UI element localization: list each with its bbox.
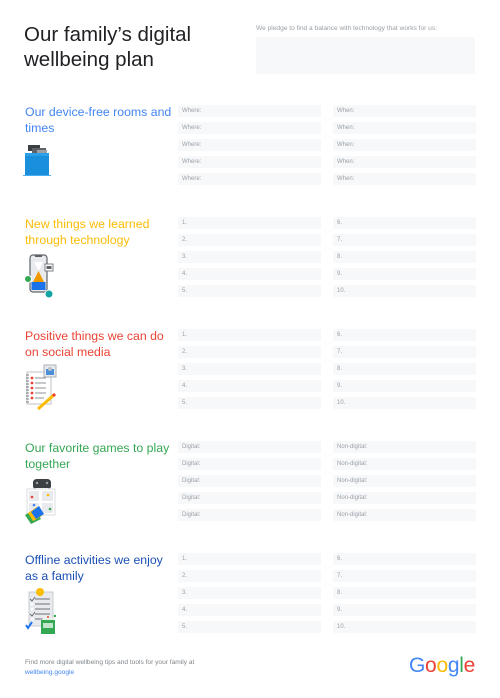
- digital-game-field[interactable]: Digital:: [178, 475, 321, 487]
- social-field[interactable]: 4.: [178, 380, 321, 392]
- logo-letter: o: [425, 654, 437, 677]
- smartphone-hourglass-icon: [22, 254, 56, 305]
- offline-field[interactable]: 5.: [178, 621, 321, 633]
- non-digital-game-field[interactable]: Non-digital:: [333, 458, 476, 470]
- non-digital-game-field[interactable]: Non-digital:: [333, 441, 476, 453]
- learned-field[interactable]: 1.: [178, 217, 321, 229]
- logo-letter: e: [463, 654, 476, 677]
- social-fields-1-5: 1. 2. 3. 4. 5.: [178, 329, 321, 414]
- game-controller-board-icon: [22, 477, 62, 530]
- social-field[interactable]: 3.: [178, 363, 321, 375]
- checklist-icon: [22, 587, 62, 642]
- when-field[interactable]: When:: [333, 156, 476, 168]
- social-field[interactable]: 5.: [178, 397, 321, 409]
- pledge-input[interactable]: [256, 37, 475, 74]
- social-field[interactable]: 6.: [333, 329, 476, 341]
- where-field[interactable]: Where:: [178, 173, 321, 185]
- footer-text: Find more digital wellbeing tips and too…: [25, 658, 225, 678]
- learned-field[interactable]: 5.: [178, 285, 321, 297]
- page-title: Our family’s digital wellbeing plan: [24, 23, 192, 71]
- where-field[interactable]: Where:: [178, 139, 321, 151]
- offline-field[interactable]: 7.: [333, 570, 476, 582]
- google-logo: Google: [409, 654, 475, 678]
- social-field[interactable]: 8.: [333, 363, 476, 375]
- social-field[interactable]: 2.: [178, 346, 321, 358]
- when-field[interactable]: When:: [333, 122, 476, 134]
- digital-game-field[interactable]: Digital:: [178, 509, 321, 521]
- logo-letter: g: [447, 654, 460, 677]
- digital-game-field[interactable]: Digital:: [178, 492, 321, 504]
- social-fields-6-10: 6. 7. 8. 9. 10.: [333, 329, 476, 414]
- offline-field[interactable]: 4.: [178, 604, 321, 616]
- offline-field[interactable]: 9.: [333, 604, 476, 616]
- footer-message: Find more digital wellbeing tips and too…: [25, 659, 195, 666]
- learned-field[interactable]: 6.: [333, 217, 476, 229]
- learned-field[interactable]: 3.: [178, 251, 321, 263]
- social-field[interactable]: 7.: [333, 346, 476, 358]
- non-digital-game-field[interactable]: Non-digital:: [333, 509, 476, 521]
- social-field[interactable]: 9.: [333, 380, 476, 392]
- offline-field[interactable]: 8.: [333, 587, 476, 599]
- when-field[interactable]: When:: [333, 173, 476, 185]
- offline-fields-6-10: 6. 7. 8. 9. 10.: [333, 553, 476, 638]
- section-title: Our device-free rooms and times: [25, 105, 172, 135]
- when-fields: When: When: When: When: When:: [333, 105, 476, 190]
- notepad-hearts-icon: [22, 362, 62, 417]
- non-digital-game-field[interactable]: Non-digital:: [333, 475, 476, 487]
- digital-game-field[interactable]: Digital:: [178, 441, 321, 453]
- offline-fields-1-5: 1. 2. 3. 4. 5.: [178, 553, 321, 638]
- section-title: Offline activities we enjoy as a family: [25, 553, 163, 583]
- learned-field[interactable]: 2.: [178, 234, 321, 246]
- learned-field[interactable]: 10.: [333, 285, 476, 297]
- offline-field[interactable]: 6.: [333, 553, 476, 565]
- learned-field[interactable]: 9.: [333, 268, 476, 280]
- offline-field[interactable]: 1.: [178, 553, 321, 565]
- learned-field[interactable]: 7.: [333, 234, 476, 246]
- learned-field[interactable]: 4.: [178, 268, 321, 280]
- social-field[interactable]: 1.: [178, 329, 321, 341]
- logo-letter: G: [409, 654, 426, 677]
- where-field[interactable]: Where:: [178, 156, 321, 168]
- non-digital-game-fields: Non-digital: Non-digital: Non-digital: N…: [333, 441, 476, 526]
- offline-field[interactable]: 10.: [333, 621, 476, 633]
- where-fields: Where: Where: Where: Where: Where:: [178, 105, 321, 190]
- offline-field[interactable]: 2.: [178, 570, 321, 582]
- wellbeing-link[interactable]: wellbeing.google: [25, 669, 74, 676]
- offline-field[interactable]: 3.: [178, 587, 321, 599]
- learned-field[interactable]: 8.: [333, 251, 476, 263]
- learned-fields-1-5: 1. 2. 3. 4. 5.: [178, 217, 321, 302]
- learned-fields-6-10: 6. 7. 8. 9. 10.: [333, 217, 476, 302]
- section-title: New things we learned through technology: [25, 217, 150, 247]
- section-title: Positive things we can do on social medi…: [25, 329, 164, 359]
- digital-game-fields: Digital: Digital: Digital: Digital: Digi…: [178, 441, 321, 526]
- when-field[interactable]: When:: [333, 105, 476, 117]
- folder-devices-icon: [22, 145, 52, 182]
- non-digital-game-field[interactable]: Non-digital:: [333, 492, 476, 504]
- section-title: Our favorite games to play together: [25, 441, 170, 471]
- logo-letter: o: [436, 654, 448, 677]
- pledge-label: We pledge to find a balance with technol…: [256, 25, 437, 32]
- social-field[interactable]: 10.: [333, 397, 476, 409]
- where-field[interactable]: Where:: [178, 122, 321, 134]
- when-field[interactable]: When:: [333, 139, 476, 151]
- digital-game-field[interactable]: Digital:: [178, 458, 321, 470]
- where-field[interactable]: Where:: [178, 105, 321, 117]
